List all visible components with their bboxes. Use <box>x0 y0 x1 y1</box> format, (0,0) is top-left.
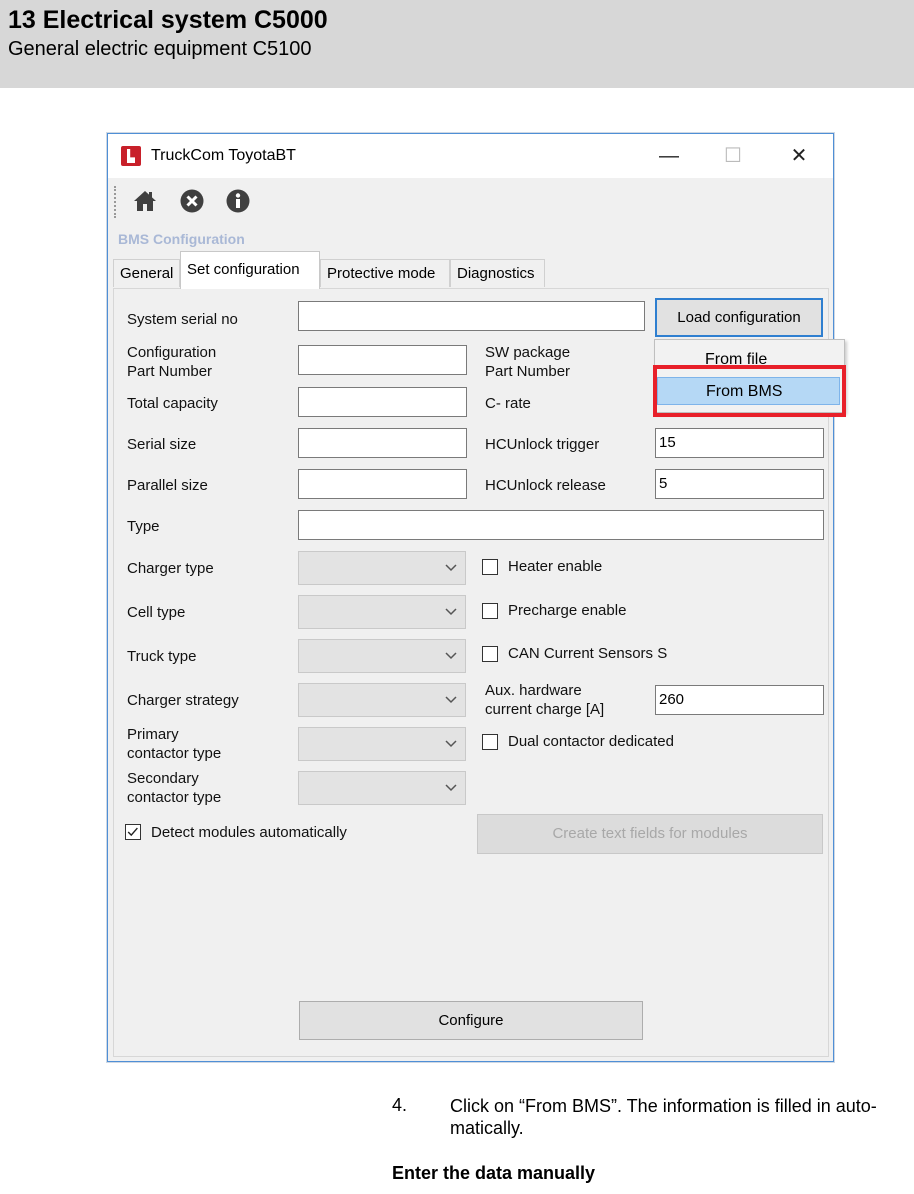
primary-contactor-type-select[interactable] <box>298 727 466 761</box>
c-rate-label: C- rate <box>485 395 531 412</box>
chevron-down-icon <box>445 696 457 704</box>
tab-protective-mode[interactable]: Protective mode <box>320 259 450 287</box>
cell-type-select[interactable] <box>298 595 466 629</box>
toolbar <box>108 178 833 226</box>
red-highlight-box <box>653 365 846 417</box>
configuration-part-number-label: Configuration Part Number <box>127 344 217 380</box>
hcunlock-release-field[interactable]: 5 <box>655 469 824 499</box>
primary-contactor-type-label: Primary contactor type <box>127 726 222 762</box>
tab-general[interactable]: General <box>113 259 180 287</box>
cell-type-label: Cell type <box>127 604 186 621</box>
chevron-down-icon <box>445 652 457 660</box>
step-number: 4. <box>392 1095 408 1115</box>
maximize-button[interactable]: ☐ <box>713 142 753 170</box>
aux-hardware-current-charge-field[interactable]: 260 <box>655 685 824 715</box>
configure-button[interactable]: Configure <box>299 1001 643 1040</box>
secondary-contactor-type-select[interactable] <box>298 771 466 805</box>
aux-hardware-current-charge-label: Aux. hardware current charge [A] <box>485 682 605 718</box>
type-label: Type <box>127 518 160 535</box>
step-text: Click on “From BMS”. The information is … <box>450 1096 877 1138</box>
truckcom-window: TruckCom ToyotaBT — ☐ ✕ BMS Configuratio… <box>107 133 846 1062</box>
toolbar-grip <box>114 186 118 218</box>
truck-type-label: Truck type <box>127 648 197 665</box>
minimize-button[interactable]: — <box>649 142 689 170</box>
secondary-contactor-type-label: Secondary contactor type <box>127 770 222 806</box>
subheading: Enter the data manually <box>392 1163 596 1183</box>
bms-configuration-label: BMS Configuration <box>118 231 245 247</box>
heater-enable-checkbox[interactable] <box>482 559 498 575</box>
total-capacity-label: Total capacity <box>127 395 218 412</box>
dual-contactor-dedicated-checkbox[interactable] <box>482 734 498 750</box>
close-button[interactable]: ✕ <box>779 142 819 170</box>
serial-size-label: Serial size <box>127 436 197 453</box>
tab-set-configuration[interactable]: Set configuration <box>180 251 320 289</box>
precharge-enable-checkbox[interactable] <box>482 603 498 619</box>
chapter-title: 13 Electrical system C5000 <box>8 6 328 34</box>
home-icon[interactable] <box>132 188 158 214</box>
chevron-down-icon <box>445 784 457 792</box>
total-capacity-field[interactable] <box>298 387 467 417</box>
system-serial-no-label: System serial no <box>127 311 238 328</box>
detect-modules-label: Detect modules automatically <box>151 824 347 841</box>
chevron-down-icon <box>445 564 457 572</box>
parallel-size-field[interactable] <box>298 469 467 499</box>
charger-type-label: Charger type <box>127 560 214 577</box>
chevron-down-icon <box>445 740 457 748</box>
hcunlock-trigger-field[interactable]: 15 <box>655 428 824 458</box>
sw-package-part-number-label: SW package Part Number <box>485 344 571 380</box>
tab-diagnostics[interactable]: Diagnostics <box>450 259 545 287</box>
title-bar: TruckCom ToyotaBT — ☐ ✕ <box>108 134 833 178</box>
checkmark-icon <box>127 827 138 837</box>
chapter-subtitle: General electric equipment C5100 <box>8 38 312 60</box>
precharge-enable-label: Precharge enable <box>508 602 627 619</box>
parallel-size-label: Parallel size <box>127 477 208 494</box>
can-current-sensors-label: CAN Current Sensors S <box>508 645 668 662</box>
type-field[interactable] <box>298 510 824 540</box>
info-icon[interactable] <box>225 188 251 214</box>
can-current-sensors-checkbox[interactable] <box>482 646 498 662</box>
system-serial-no-field[interactable] <box>298 301 645 331</box>
hcunlock-trigger-label: HCUnlock trigger <box>485 436 600 453</box>
truck-type-select[interactable] <box>298 639 466 673</box>
load-configuration-button[interactable]: Load configuration <box>655 298 823 337</box>
detect-modules-checkbox[interactable] <box>125 824 141 840</box>
charger-strategy-label: Charger strategy <box>127 692 239 709</box>
charger-strategy-select[interactable] <box>298 683 466 717</box>
window-title: TruckCom ToyotaBT <box>151 147 296 164</box>
app-logo-icon <box>121 146 141 166</box>
page-header: 13 Electrical system C5000 General elect… <box>0 0 914 88</box>
create-text-fields-button[interactable]: Create text fields for modules <box>477 814 823 854</box>
chevron-down-icon <box>445 608 457 616</box>
dual-contactor-dedicated-label: Dual contactor dedicated <box>508 733 674 750</box>
hcunlock-release-label: HCUnlock release <box>485 477 606 494</box>
heater-enable-label: Heater enable <box>508 558 603 575</box>
charger-type-select[interactable] <box>298 551 466 585</box>
close-circle-icon[interactable] <box>179 188 205 214</box>
serial-size-field[interactable] <box>298 428 467 458</box>
configuration-part-number-field[interactable] <box>298 345 467 375</box>
